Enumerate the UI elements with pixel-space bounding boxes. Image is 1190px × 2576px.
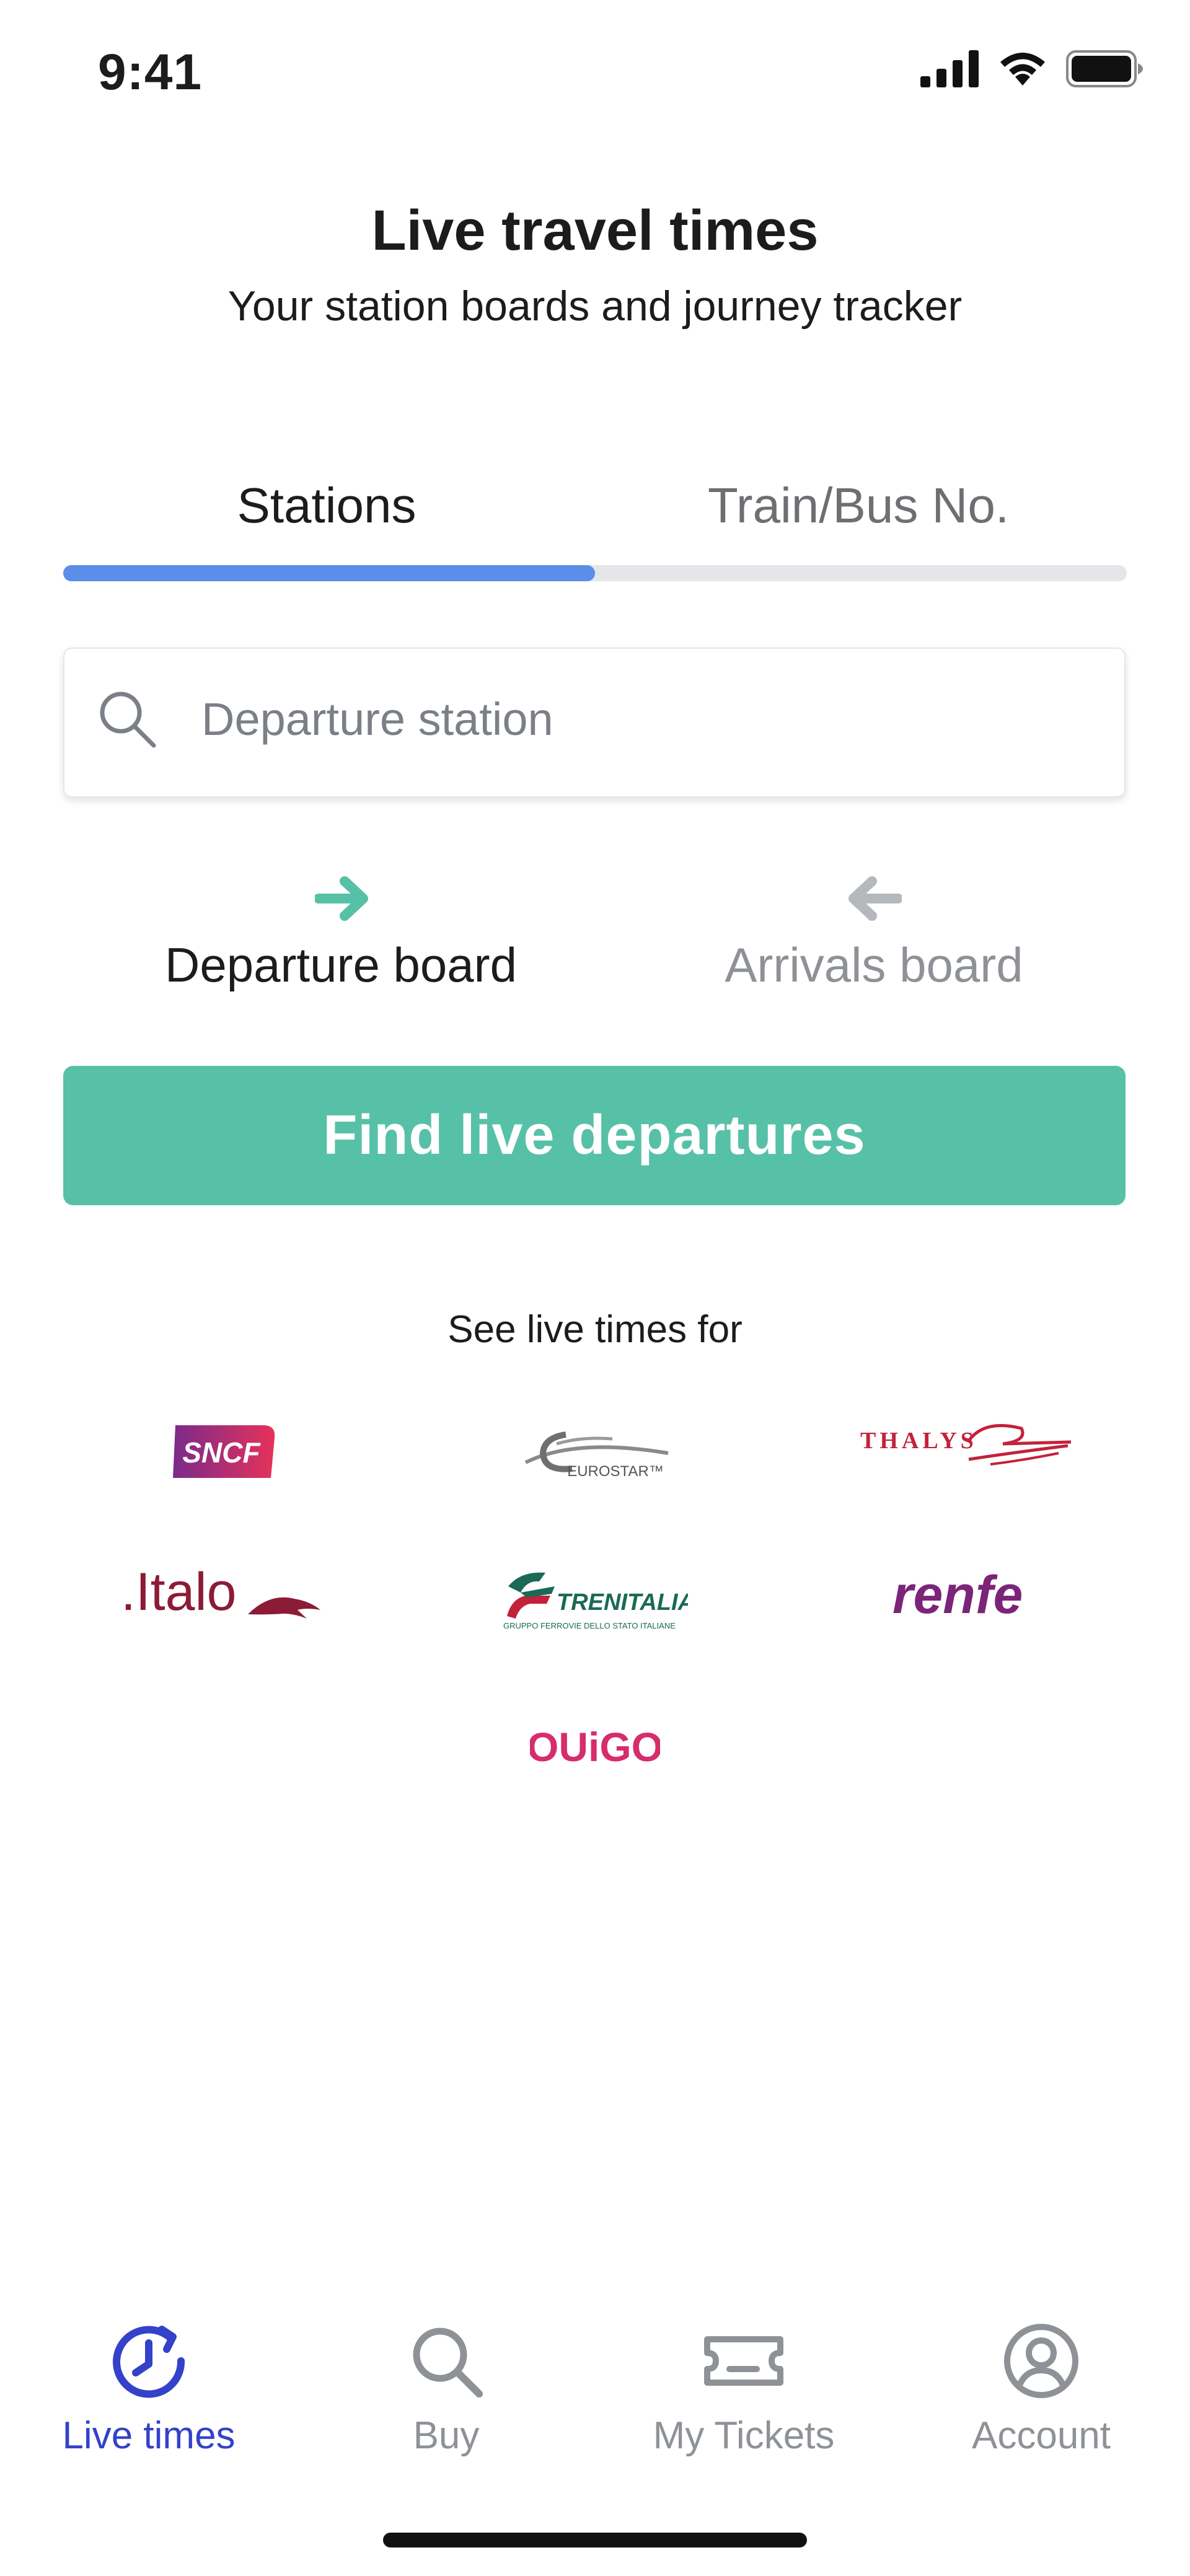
nav-live-times[interactable]: Live times: [0, 2321, 298, 2458]
find-live-departures-label: Find live departures: [323, 1104, 866, 1166]
battery-icon: [1066, 50, 1143, 87]
svg-text:.Italo: .Italo: [121, 1562, 236, 1622]
page-title: Live travel times: [371, 199, 819, 262]
tab-stations[interactable]: Stations: [63, 477, 590, 534]
svg-text:GRUPPO FERROVIE DELLO STATO IT: GRUPPO FERROVIE DELLO STATO ITALIANE: [503, 1621, 676, 1630]
renfe-logo[interactable]: renfe: [889, 1565, 1044, 1633]
home-indicator[interactable]: [383, 2533, 807, 2547]
thalys-logo[interactable]: THALYS: [860, 1416, 1072, 1484]
cellular-signal-icon: [920, 50, 979, 87]
tab-indicator-active: [63, 565, 595, 581]
tab-train-bus-number[interactable]: Train/Bus No.: [595, 477, 1122, 534]
nav-live-times-label: Live times: [62, 2414, 236, 2457]
departure-station-input[interactable]: [201, 685, 1069, 753]
ticket-icon: [704, 2336, 783, 2386]
svg-text:SNCF: SNCF: [182, 1436, 261, 1469]
nav-account-label: Account: [971, 2414, 1111, 2457]
ouigo-logo[interactable]: OUiGO: [527, 1717, 663, 1778]
clock-icon: [113, 2326, 185, 2398]
status-icons: [920, 50, 1144, 88]
account-icon: [1004, 2324, 1078, 2398]
page-subtitle: Your station boards and journey tracker: [227, 283, 963, 330]
svg-text:renfe: renfe: [892, 1565, 1023, 1625]
status-time: 9:41: [98, 44, 203, 100]
operators-heading: See live times for: [447, 1308, 743, 1351]
svg-text:TRENITALIA: TRENITALIA: [557, 1589, 688, 1615]
svg-text:THALYS: THALYS: [860, 1428, 977, 1454]
wifi-icon: [1000, 53, 1045, 86]
nav-buy[interactable]: Buy: [298, 2321, 595, 2458]
arrow-left-icon: [848, 876, 902, 921]
nav-my-tickets[interactable]: My Tickets: [595, 2321, 892, 2458]
nav-my-tickets-label: My Tickets: [653, 2414, 835, 2457]
trenitalia-logo[interactable]: TRENITALIA GRUPPO FERROVIE DELLO STATO I…: [502, 1568, 695, 1636]
eurostar-logo[interactable]: EUROSTAR™: [519, 1419, 674, 1487]
sncf-logo[interactable]: SNCF: [170, 1419, 279, 1484]
svg-text:EUROSTAR™: EUROSTAR™: [567, 1463, 664, 1480]
italo-logo[interactable]: .Italo: [121, 1562, 325, 1630]
svg-text:OUiGO: OUiGO: [530, 1724, 660, 1770]
departure-board-label: Departure board: [164, 938, 517, 992]
nav-account[interactable]: Account: [892, 2321, 1190, 2458]
arrow-right-icon: [315, 876, 368, 921]
arrivals-board-label: Arrivals board: [725, 938, 1023, 992]
find-live-departures-button[interactable]: Find live departures: [63, 1066, 1126, 1205]
search-icon: [100, 692, 156, 748]
nav-buy-label: Buy: [413, 2414, 480, 2457]
search-icon: [413, 2328, 483, 2398]
